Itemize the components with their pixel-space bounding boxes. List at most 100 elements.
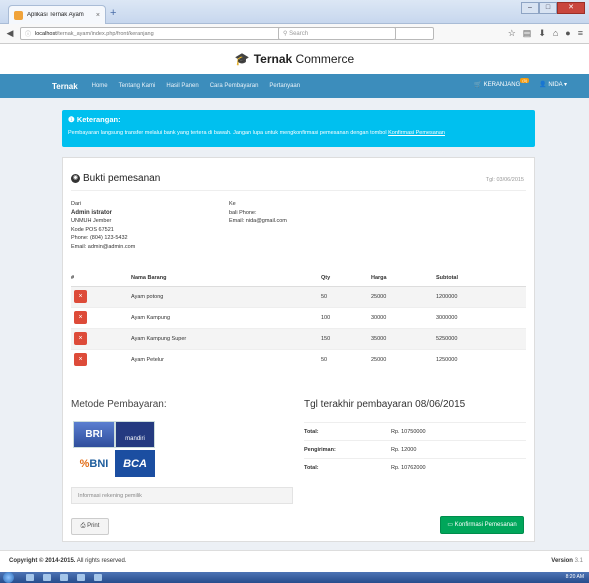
to-line: Email: nida@gmail.com [229, 218, 287, 224]
total-label: Total: [304, 422, 391, 441]
table-row: × Ayam potong 50 25000 1200000 [71, 285, 526, 307]
shipping-row: Pengiriman: Rp. 12000 [304, 440, 526, 459]
item-subtotal: 1200000 [436, 285, 526, 307]
nav-item-hasil-panen[interactable]: Hasil Panen [166, 83, 198, 89]
pocket-icon[interactable]: ● [565, 28, 570, 39]
user-menu[interactable]: 👤 NIDA ▾ [539, 81, 567, 88]
rights-text: All rights reserved. [75, 558, 127, 564]
from-line: Phone: (804) 123-5432 [71, 235, 128, 241]
app-icon[interactable] [94, 574, 102, 581]
from-line: Kode POS 67521 [71, 226, 114, 233]
home-icon[interactable]: ⌂ [553, 28, 558, 39]
start-button[interactable] [3, 572, 14, 583]
col-header-qty: Qty [321, 270, 371, 287]
ie-icon[interactable] [26, 574, 34, 581]
grand-total-row: Total: Rp. 10762000 [304, 458, 526, 477]
bookmark-star-icon[interactable]: ☆ [508, 28, 516, 39]
url-host: localhost [35, 30, 57, 37]
order-items-table: # Nama Barang Qty Harga Subtotal × Ayam … [71, 270, 526, 370]
item-name: Ayam Petelur [131, 348, 321, 370]
brand-name: Ternak Commerce [253, 52, 355, 66]
graduation-cap-icon: 🎓 [234, 52, 250, 66]
info-alert: ❶ Keterangan: Pembayaran langsung transf… [62, 110, 535, 147]
downloads-icon[interactable]: ⬇ [538, 28, 546, 39]
new-tab-button[interactable]: + [110, 8, 116, 19]
media-icon[interactable] [60, 574, 68, 581]
grand-total-value: Rp. 10762000 [391, 458, 526, 477]
tab-title: Aplikasi Ternak Ayam [27, 12, 84, 18]
search-placeholder: Search [289, 31, 309, 37]
item-subtotal: 3000000 [436, 306, 526, 328]
bni-logo: % BNI [73, 450, 115, 477]
close-window-button[interactable]: ✕ [557, 2, 585, 14]
bca-logo: BCA [115, 450, 155, 477]
grand-total-label: Total: [304, 458, 391, 477]
col-header-number: # [71, 270, 131, 287]
item-price: 25000 [371, 285, 436, 307]
minimize-button[interactable]: – [521, 2, 539, 14]
nav-logo[interactable]: Ternak [52, 82, 78, 91]
menu-icon[interactable]: ≡ [578, 28, 583, 39]
browser-navbar: ◀ ⓘ localhost/ternak_ayam/index.php/fron… [0, 24, 589, 44]
alert-title: ❶ Keterangan: [68, 115, 121, 124]
nav-item-pertanyaan[interactable]: Pertanyaan [269, 83, 300, 89]
site-info-icon: ⓘ [25, 32, 32, 38]
bri-logo: BRI [73, 421, 115, 448]
item-name: Ayam Kampung Super [131, 327, 321, 349]
from-name: Admin istrator [71, 209, 113, 216]
print-button[interactable]: ⎙ Print [71, 518, 109, 535]
browser-toolbar-icons: ☆ ▤ ⬇ ⌂ ● ≡ [508, 28, 583, 39]
col-header-price: Harga [371, 270, 436, 287]
item-qty: 150 [321, 327, 371, 349]
window-controls: – □ ✕ [521, 2, 585, 14]
from-line: Email: admin@admin.com [71, 243, 136, 250]
maximize-button[interactable]: □ [539, 2, 557, 14]
cart-badge: (5) [520, 78, 530, 83]
shipping-value: Rp. 12000 [391, 440, 526, 459]
browser-tab[interactable]: Aplikasi Ternak Ayam × [8, 5, 106, 24]
to-line: bali Phone: [229, 209, 257, 216]
nav-item-home[interactable]: Home [92, 83, 108, 89]
item-qty: 50 [321, 285, 371, 307]
confirm-order-button[interactable]: ▭ Konfirmasi Pemesanan [440, 516, 524, 534]
brand-header: 🎓 Ternak Commerce [0, 44, 589, 74]
firefox-icon[interactable] [77, 574, 85, 581]
folder-icon[interactable] [43, 574, 51, 581]
copyright: Copyright © 2014-2015. [9, 558, 76, 564]
back-icon[interactable]: ◀ [4, 28, 16, 39]
item-subtotal: 5250000 [436, 327, 526, 349]
taskbar-icons [26, 574, 102, 581]
credit-card-icon: ▭ [447, 522, 455, 528]
totals-table: Total: Rp. 10750000 Pengiriman: Rp. 1200… [304, 422, 526, 477]
total-row: Total: Rp. 10750000 [304, 422, 526, 441]
delete-item-button[interactable]: × [74, 332, 87, 345]
search-input[interactable]: ⚲ Search [278, 27, 396, 40]
delete-item-button[interactable]: × [74, 353, 87, 367]
invoice-box: ◉ Bukti pemesanan Tgl: 03/06/2015 Dari Ad… [62, 157, 535, 542]
from-line: UNMUH Jember [71, 218, 112, 224]
item-price: 35000 [371, 327, 436, 349]
table-row: × Ayam Kampung Super 150 35000 5250000 [71, 327, 526, 349]
item-subtotal: 1250000 [436, 348, 526, 370]
col-header-name: Nama Barang [131, 270, 321, 287]
delete-item-button[interactable]: × [74, 311, 87, 324]
item-qty: 100 [321, 306, 371, 328]
reading-list-icon[interactable]: ▤ [523, 28, 532, 39]
cart-label: KERANJANG [483, 82, 521, 88]
item-name: Ayam Kampung [131, 306, 321, 328]
url-path: /ternak_ayam/index.php/front/keranjang [56, 30, 154, 37]
mandiri-logo: mandiri [115, 421, 155, 448]
tab-close-icon[interactable]: × [96, 12, 100, 19]
cart-link[interactable]: 🛒 KERANJANG(5) [474, 78, 530, 88]
nav-item-tentang-kami[interactable]: Tentang Kami [119, 83, 156, 89]
delete-item-button[interactable]: × [74, 290, 87, 303]
divider [71, 190, 526, 191]
to-label: Ke [229, 201, 236, 207]
bank-logos: BRI mandiri % BNI BCA [73, 421, 155, 479]
nav-right: 🛒 KERANJANG(5) 👤 NIDA ▾ [474, 78, 567, 88]
user-icon: 👤 [539, 82, 547, 88]
main-nav: Ternak Home Tentang Kami Hasil Panen Car… [0, 74, 589, 98]
nav-item-cara-pembayaran[interactable]: Cara Pembayaran [210, 83, 259, 89]
confirm-order-link[interactable]: Konfirmasi Pemesanan [388, 130, 445, 136]
invoice-date: Tgl: 03/06/2015 [485, 177, 524, 183]
